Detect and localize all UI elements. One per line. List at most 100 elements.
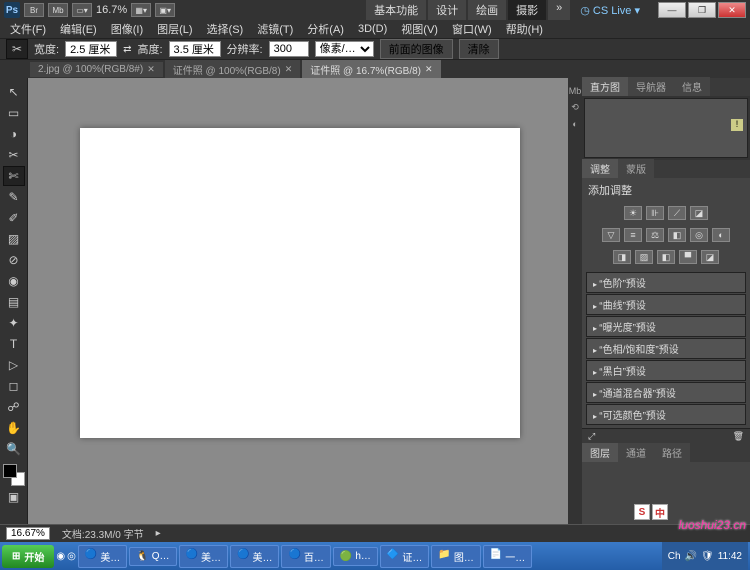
eraser-tool[interactable]: ⊘ xyxy=(3,250,25,270)
preset-exposure[interactable]: “曝光度”预设 xyxy=(586,316,746,337)
gradient-map-icon[interactable]: ▀ xyxy=(679,250,697,264)
zoom-tool[interactable]: 🔍 xyxy=(3,439,25,459)
balance-icon[interactable]: ⚖ xyxy=(646,228,664,242)
front-image-button[interactable]: 前面的图像 xyxy=(380,39,453,59)
gradient-tool[interactable]: ◉ xyxy=(3,271,25,291)
marquee-tool[interactable]: ▭ xyxy=(3,103,25,123)
workspace-essentials[interactable]: 基本功能 xyxy=(366,0,426,20)
workspace-more-icon[interactable]: » xyxy=(548,0,570,20)
menu-view[interactable]: 视图(V) xyxy=(395,19,444,39)
workspace-photography[interactable]: 摄影 xyxy=(508,0,546,20)
quick-select-tool[interactable]: ✂ xyxy=(3,145,25,165)
mixer-icon[interactable]: ◐ xyxy=(712,228,730,242)
status-menu-icon[interactable]: ▸ xyxy=(156,528,161,539)
screen-mode-icon[interactable]: ▭▾ xyxy=(72,3,92,17)
stamp-tool[interactable]: ▨ xyxy=(3,229,25,249)
menu-select[interactable]: 选择(S) xyxy=(201,19,250,39)
task-item[interactable]: 🔵 美… xyxy=(179,545,228,568)
task-item[interactable]: 🟢 h… xyxy=(333,547,378,566)
workspace-painting[interactable]: 绘画 xyxy=(468,0,506,20)
tab-info[interactable]: 信息 xyxy=(674,77,710,96)
menu-filter[interactable]: 滤镜(T) xyxy=(251,19,299,39)
cache-warning-icon[interactable]: ! xyxy=(731,119,743,131)
menu-window[interactable]: 窗口(W) xyxy=(446,19,498,39)
task-item[interactable]: 🔵 美… xyxy=(78,545,127,568)
clock[interactable]: 11:42 xyxy=(718,551,742,562)
doc-tab-0[interactable]: 2.jpg @ 100%(RGB/8#)✕ xyxy=(30,62,163,77)
3d-tool[interactable]: ☍ xyxy=(3,397,25,417)
hue-icon[interactable]: ≡ xyxy=(624,228,642,242)
ime-badge[interactable]: S 中 xyxy=(634,504,668,520)
menu-layer[interactable]: 图层(L) xyxy=(151,19,198,39)
levels-icon[interactable]: ⊪ xyxy=(646,206,664,220)
trash-icon[interactable]: 🗑 xyxy=(733,431,744,442)
photo-filter-icon[interactable]: ◎ xyxy=(690,228,708,242)
bw-icon[interactable]: ◧ xyxy=(668,228,686,242)
tab-channels[interactable]: 通道 xyxy=(618,443,654,462)
swap-wh-icon[interactable]: ⇄ xyxy=(123,44,131,55)
task-item[interactable]: 📁 图… xyxy=(431,545,480,568)
close-icon[interactable]: ✕ xyxy=(285,64,293,75)
cslive-button[interactable]: ◷ CS Live ▾ xyxy=(574,4,646,17)
zoom-input[interactable]: 16.67% xyxy=(6,527,50,540)
menu-image[interactable]: 图像(I) xyxy=(105,19,149,39)
preset-selective[interactable]: “可选颜色”预设 xyxy=(586,404,746,425)
mb-panel-icon[interactable]: Mb xyxy=(569,86,582,96)
doc-tab-1[interactable]: 证件照 @ 100%(RGB/8)✕ xyxy=(165,60,301,79)
preset-mixer[interactable]: “通道混合器”预设 xyxy=(586,382,746,403)
tab-layers[interactable]: 图层 xyxy=(582,443,618,462)
invert-icon[interactable]: ◨ xyxy=(613,250,631,264)
move-tool[interactable]: ↖ xyxy=(3,82,25,102)
minimize-button[interactable]: — xyxy=(658,2,686,18)
task-item[interactable]: 🔵 百… xyxy=(281,545,330,568)
task-item[interactable]: 🐧 Q… xyxy=(129,547,176,566)
bridge-icon[interactable]: Br xyxy=(24,3,44,17)
workspace-design[interactable]: 设计 xyxy=(428,0,466,20)
view-icon[interactable]: ▣▾ xyxy=(155,3,175,17)
close-icon[interactable]: ✕ xyxy=(147,64,155,75)
mb-icon[interactable]: Mb xyxy=(48,3,68,17)
preset-bw[interactable]: “黑白”预设 xyxy=(586,360,746,381)
resolution-input[interactable] xyxy=(269,41,309,57)
close-icon[interactable]: ✕ xyxy=(425,64,433,75)
adjust-panel-icon[interactable]: ◐ xyxy=(572,119,577,129)
menu-help[interactable]: 帮助(H) xyxy=(500,19,549,39)
selective-icon[interactable]: ◪ xyxy=(701,250,719,264)
close-button[interactable]: ✕ xyxy=(718,2,746,18)
shape-tool[interactable]: ◻ xyxy=(3,376,25,396)
dodge-tool[interactable]: ✦ xyxy=(3,313,25,333)
tab-masks[interactable]: 蒙版 xyxy=(618,159,654,178)
tab-adjustments[interactable]: 调整 xyxy=(582,159,618,178)
vibrance-icon[interactable]: ▽ xyxy=(602,228,620,242)
brush-tool[interactable]: ✐ xyxy=(3,208,25,228)
eyedropper-tool[interactable]: ✎ xyxy=(3,187,25,207)
path-tool[interactable]: ▷ xyxy=(3,355,25,375)
height-input[interactable] xyxy=(169,41,221,57)
doc-tab-2[interactable]: 证件照 @ 16.7%(RGB/8)✕ xyxy=(302,60,440,79)
menu-edit[interactable]: 编辑(E) xyxy=(54,19,103,39)
blur-tool[interactable]: ▤ xyxy=(3,292,25,312)
clear-button[interactable]: 清除 xyxy=(459,39,499,59)
ime-s-icon[interactable]: S xyxy=(634,504,650,520)
type-tool[interactable]: T xyxy=(3,334,25,354)
posterize-icon[interactable]: ▨ xyxy=(635,250,653,264)
menu-3d[interactable]: 3D(D) xyxy=(352,21,393,37)
arrange-icon[interactable]: ▦▾ xyxy=(131,3,151,17)
lang-indicator[interactable]: Ch xyxy=(668,551,681,562)
history-panel-icon[interactable]: ⟲ xyxy=(571,102,579,113)
zoom-display[interactable]: 16.7% xyxy=(96,4,127,16)
task-item[interactable]: 📄 一… xyxy=(483,545,532,568)
maximize-button[interactable]: ❐ xyxy=(688,2,716,18)
quickmask-icon[interactable]: ▣ xyxy=(3,487,25,507)
hand-tool[interactable]: ✋ xyxy=(3,418,25,438)
menu-analysis[interactable]: 分析(A) xyxy=(301,19,350,39)
preset-hue[interactable]: “色相/饱和度”预设 xyxy=(586,338,746,359)
color-swatch[interactable] xyxy=(3,464,25,486)
curves-icon[interactable]: ⟋ xyxy=(668,206,686,220)
task-item[interactable]: 🔷 证… xyxy=(380,545,429,568)
brightness-icon[interactable]: ☀ xyxy=(624,206,642,220)
tab-histogram[interactable]: 直方图 xyxy=(582,77,628,96)
tab-paths[interactable]: 路径 xyxy=(654,443,690,462)
quicklaunch-icon[interactable]: ◎ xyxy=(67,551,76,562)
crop-tool-icon[interactable]: ✂ xyxy=(6,39,28,59)
